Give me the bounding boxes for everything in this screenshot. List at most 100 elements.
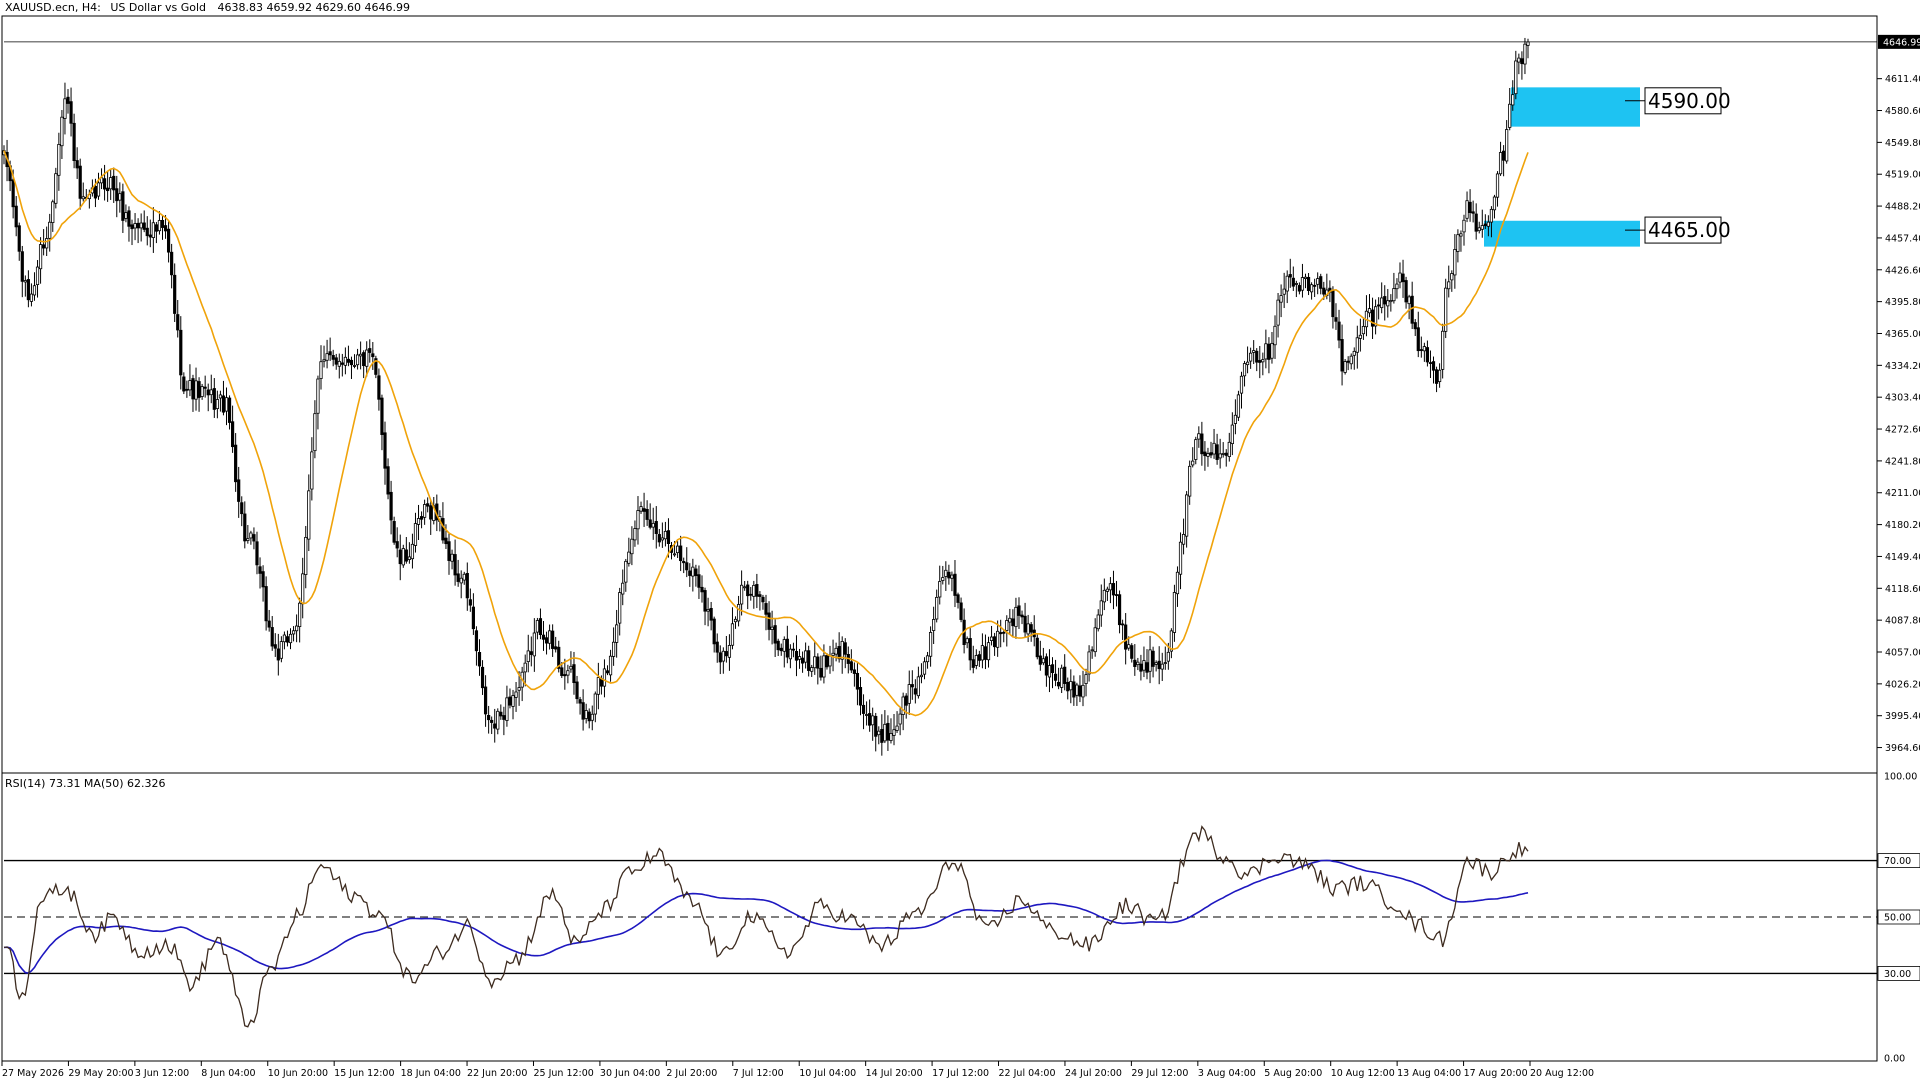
candle-body — [709, 607, 713, 621]
candle-body — [621, 582, 625, 595]
candle-body — [608, 655, 613, 676]
candle-body — [115, 188, 119, 202]
candle-body — [1273, 325, 1277, 346]
candle-body — [429, 505, 433, 520]
candle-body — [1197, 433, 1201, 440]
time-tick-label: 25 Jun 12:00 — [533, 1068, 593, 1079]
candle-body — [797, 656, 802, 660]
candle-body — [666, 530, 671, 545]
candle-body — [1236, 394, 1241, 418]
candle-body — [1334, 317, 1338, 322]
time-tick-label: 3 Aug 04:00 — [1198, 1068, 1256, 1079]
candle-body — [1297, 285, 1301, 292]
candle-body — [904, 695, 908, 706]
time-tick-label: 29 May 20:00 — [68, 1068, 133, 1079]
candle-body — [746, 584, 750, 597]
candle-body — [368, 348, 372, 353]
candle-body — [919, 674, 924, 678]
candle-body — [944, 569, 948, 577]
candle-body — [676, 545, 680, 554]
chart-header: XAUUSD.ecn, H4: US Dollar vs Gold 4638.8… — [5, 1, 410, 14]
candle-body — [191, 378, 195, 400]
candle-body — [1130, 645, 1134, 659]
candle-body — [663, 530, 668, 540]
candle-body — [1465, 200, 1469, 219]
candle-body — [612, 641, 616, 657]
candle-body — [657, 534, 661, 543]
candle-body — [325, 353, 329, 361]
time-tick-label: 13 Aug 04:00 — [1397, 1068, 1461, 1079]
candle-body — [1462, 219, 1466, 233]
candle-body — [1209, 452, 1213, 456]
time-tick-label: 8 Jun 04:00 — [201, 1068, 255, 1079]
price-tick-label: 4580.60 — [1885, 106, 1920, 117]
candle-body — [636, 510, 640, 530]
candle-body — [922, 661, 927, 675]
candle-body — [355, 354, 360, 366]
candle-body — [800, 657, 805, 664]
candle-body — [523, 662, 527, 673]
time-tick-label: 14 Jul 20:00 — [866, 1068, 923, 1079]
candle-body — [928, 632, 933, 657]
candle-body — [106, 187, 110, 192]
candle-body — [1038, 655, 1042, 665]
time-tick-label: 17 Jul 12:00 — [932, 1068, 989, 1079]
candle-body — [916, 676, 921, 697]
candle-body — [700, 586, 704, 593]
candle-body — [767, 612, 771, 630]
price-tick-label: 4365.00 — [1885, 329, 1920, 340]
candle-body — [1526, 41, 1530, 46]
candle-body — [285, 636, 290, 643]
candle-body — [593, 693, 597, 715]
candle-body — [1340, 339, 1344, 372]
candle-body — [1343, 361, 1347, 373]
candle-body — [380, 397, 384, 435]
candle-body — [706, 609, 710, 612]
candle-body — [892, 729, 896, 736]
price-tick-label: 4395.80 — [1885, 297, 1920, 308]
candle-body — [505, 697, 509, 721]
candle-body — [1438, 369, 1442, 383]
candle-body — [215, 399, 219, 409]
rsi-tick-label: 50.00 — [1884, 913, 1911, 924]
candle-body — [1145, 662, 1149, 673]
candle-body — [365, 349, 369, 367]
candle-body — [587, 711, 591, 722]
candle-body — [785, 638, 789, 658]
candle-body — [139, 222, 143, 229]
candle-body — [45, 238, 49, 249]
candle-body — [1367, 308, 1372, 314]
candle-body — [1099, 600, 1103, 616]
candle-body — [249, 532, 253, 539]
candle-body — [1194, 439, 1198, 460]
ohlc-readout: 4638.83 4659.92 4629.60 4646.99 — [218, 1, 410, 14]
candle-body — [889, 733, 893, 741]
candle-body — [188, 380, 192, 391]
rsi-axis: 100.00 70.00 50.00 30.00 0.00 — [1877, 772, 1920, 1065]
candle-body — [895, 725, 899, 731]
candle-body — [1270, 342, 1274, 359]
candle-body — [578, 699, 582, 704]
candle-body — [517, 687, 521, 691]
candle-body — [1264, 343, 1268, 360]
candle — [1035, 634, 1039, 660]
candle-body — [255, 541, 259, 566]
candle-body — [776, 640, 780, 651]
candle-body — [898, 713, 902, 725]
candle-body — [526, 650, 530, 662]
candle-body — [996, 630, 1000, 648]
time-tick-label: 3 Jun 12:00 — [135, 1068, 189, 1079]
candle-body — [133, 223, 137, 229]
candle-body — [377, 375, 381, 400]
price-tick-label: 4426.60 — [1885, 265, 1920, 276]
candle-body — [282, 634, 287, 643]
candle-body — [1093, 627, 1097, 653]
candle-body — [124, 212, 128, 219]
candle-body — [340, 362, 344, 365]
price-axis: 4611.40 4580.60 4549.80 4519.00 4488.20 4457.… — [1877, 74, 1920, 754]
candle-body — [1282, 288, 1286, 295]
candle-body — [261, 571, 265, 588]
candle-body — [1111, 583, 1116, 596]
candle-body — [755, 584, 759, 597]
candle-body — [1377, 304, 1381, 307]
